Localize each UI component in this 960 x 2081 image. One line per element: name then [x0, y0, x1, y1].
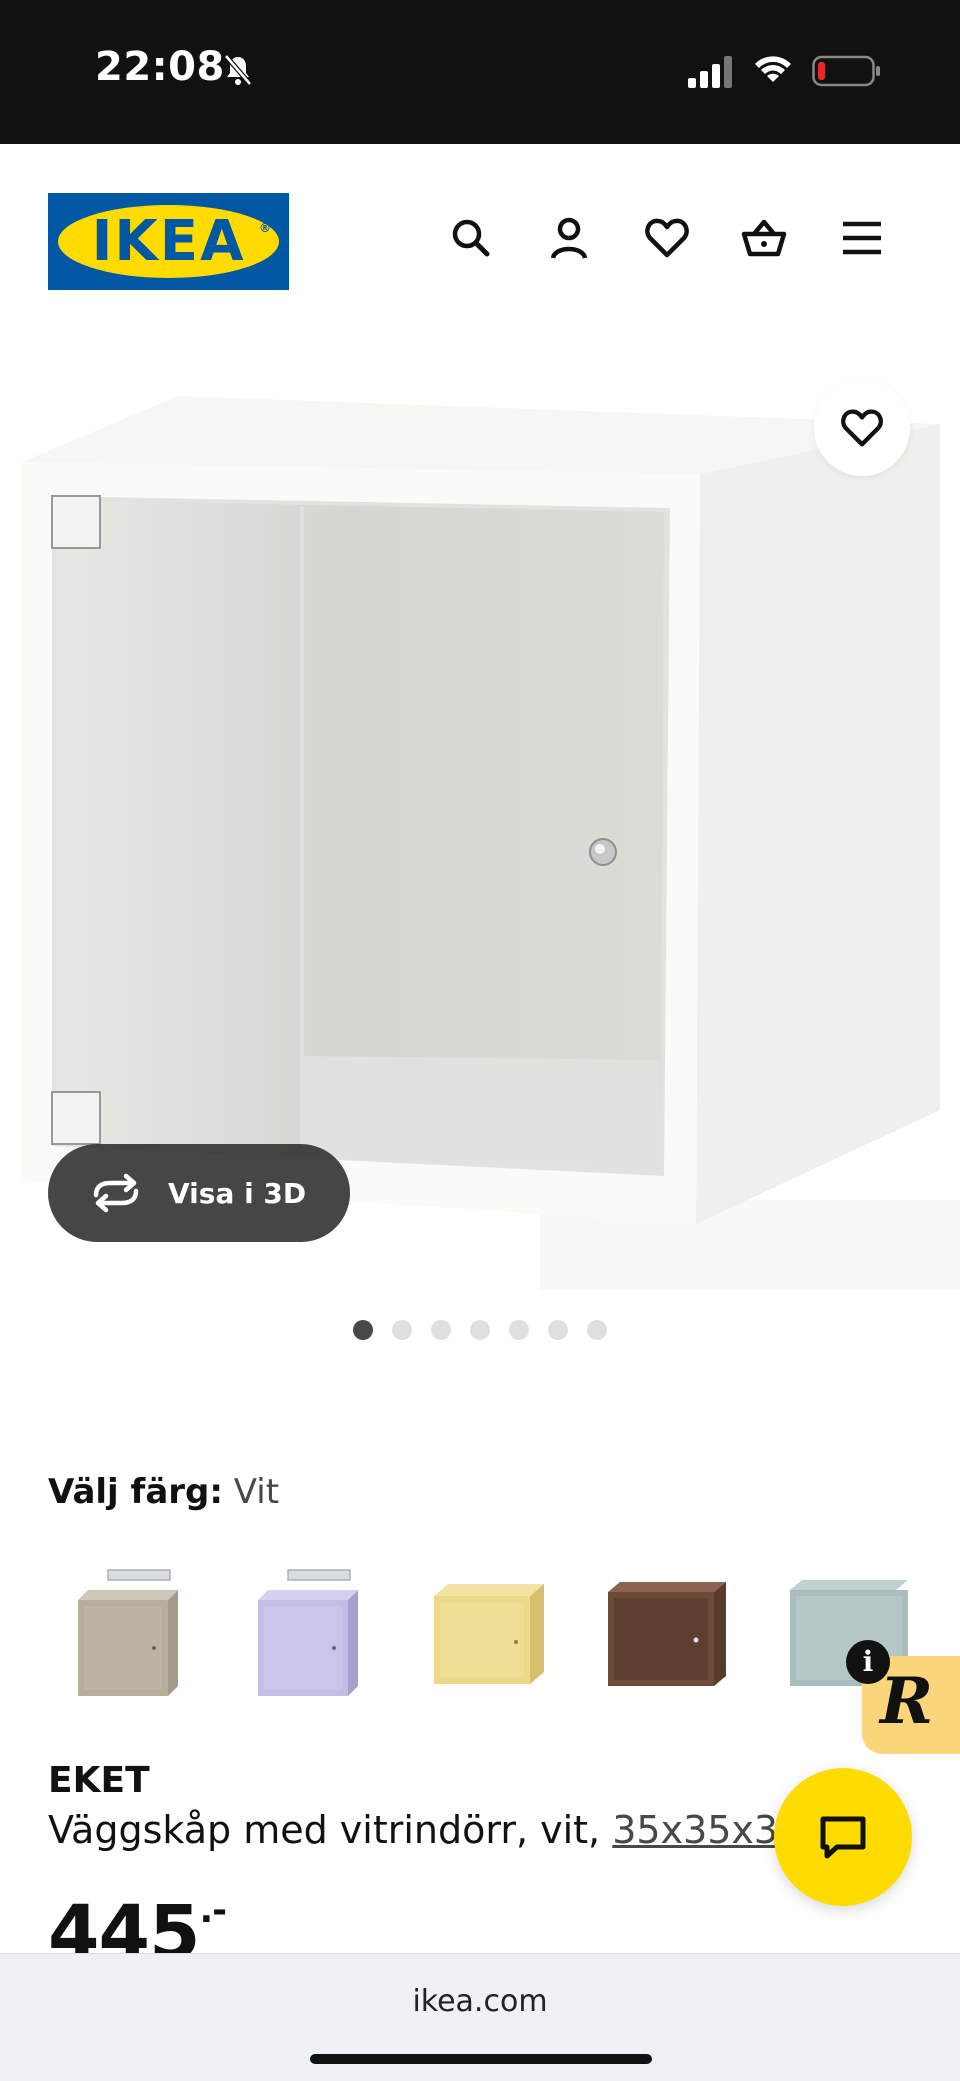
carousel-dot[interactable]: [431, 1320, 451, 1340]
product-name: EKET: [48, 1760, 150, 1801]
walnut-cabinet-thumbnail: [608, 1582, 726, 1686]
r-logo-icon: R: [880, 1664, 934, 1739]
menu-icon[interactable]: [838, 214, 886, 262]
chat-bubble-icon: [820, 1816, 866, 1859]
carousel-dot[interactable]: [509, 1320, 529, 1340]
carousel-dot[interactable]: [353, 1320, 373, 1340]
color-label-prefix: Välj färg:: [48, 1472, 223, 1512]
carousel-dot[interactable]: [470, 1320, 490, 1340]
carousel-dot[interactable]: [587, 1320, 607, 1340]
account-icon[interactable]: [545, 214, 593, 262]
home-indicator[interactable]: [310, 2054, 652, 2064]
rotate-3d-icon: [93, 1173, 139, 1213]
site-header: IKEA ®: [0, 144, 960, 314]
view-in-3d-button[interactable]: Visa i 3D: [48, 1144, 350, 1242]
wifi-icon: [755, 56, 791, 82]
add-to-wishlist-button[interactable]: [814, 380, 910, 476]
color-swatch-list: [62, 1560, 960, 1710]
carousel-dots: [353, 1320, 607, 1342]
logo-text: IKEA: [91, 209, 246, 274]
beige-cabinet-thumbnail: [78, 1569, 178, 1696]
yellow-cabinet-thumbnail: [434, 1584, 544, 1684]
heart-icon: [841, 409, 883, 447]
info-icon[interactable]: i: [846, 1640, 890, 1684]
status-time: 22:08: [95, 44, 225, 90]
product-type-text: Väggskåp med vitrindörr, vit,: [48, 1808, 601, 1852]
chat-button[interactable]: [774, 1768, 912, 1906]
basket-icon[interactable]: [740, 214, 788, 262]
battery-icon: [812, 55, 880, 87]
selected-color-value: Vit: [233, 1472, 280, 1512]
price-suffix: .-: [199, 1890, 227, 1931]
color-swatch-beige[interactable]: [62, 1560, 188, 1700]
color-swatch-yellow[interactable]: [422, 1560, 548, 1700]
bell-muted-icon: [224, 54, 252, 86]
color-swatch-walnut[interactable]: [602, 1560, 728, 1700]
registered-mark-icon: ®: [259, 221, 271, 235]
browser-bottom-bar: ikea.com: [0, 1953, 960, 2081]
cellular-signal-icon: [688, 56, 732, 88]
color-swatch-lilac[interactable]: [242, 1560, 368, 1700]
carousel-dot[interactable]: [548, 1320, 568, 1340]
lilac-cabinet-thumbnail: [258, 1569, 358, 1696]
view-in-3d-label: Visa i 3D: [168, 1176, 307, 1210]
search-icon[interactable]: [447, 214, 495, 262]
status-bar: 22:08: [0, 0, 960, 144]
color-selection-label: Välj färg: Vit: [48, 1472, 279, 1512]
heart-icon[interactable]: [643, 214, 691, 262]
ikea-logo[interactable]: IKEA ®: [48, 193, 289, 290]
carousel-dot[interactable]: [392, 1320, 412, 1340]
address-bar-url[interactable]: ikea.com: [0, 1984, 960, 2019]
